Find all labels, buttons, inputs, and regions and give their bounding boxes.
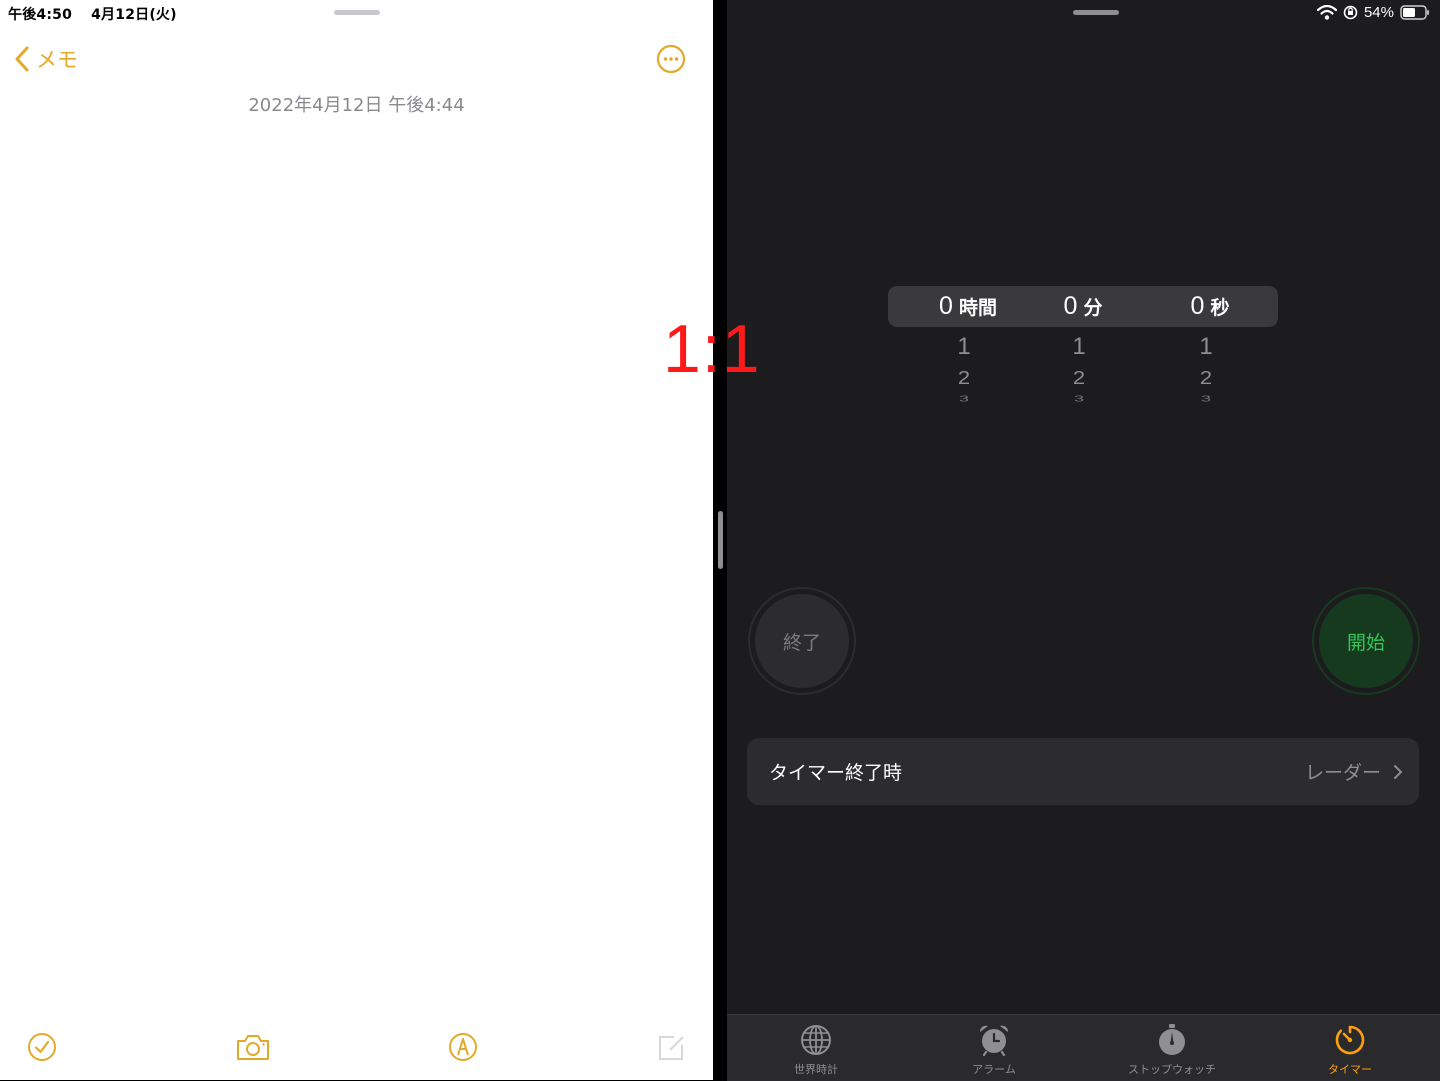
split-view-handle[interactable] [718, 511, 723, 569]
notes-app-pane: 午後4:50 4月12日(火) メモ 2022年4月12日 午後4:44 [0, 0, 713, 1080]
sound-value: レーダー [1304, 762, 1381, 784]
compose-button[interactable] [657, 1032, 687, 1066]
status-time: 午後4:50 [8, 7, 73, 23]
markup-button[interactable] [448, 1032, 478, 1066]
picker-option[interactable]: 2 [1010, 364, 1148, 390]
picker-option[interactable]: 1 [1137, 327, 1275, 362]
back-label: メモ [36, 48, 78, 72]
minutes-value: 0 [1063, 292, 1078, 320]
battery-percent: 54% [1363, 4, 1394, 21]
hours-unit: 時間 [958, 297, 997, 319]
status-date: 4月12日(火) [91, 7, 177, 23]
seconds-unit: 秒 [1210, 297, 1230, 319]
tab-label: 世界時計 [794, 1063, 838, 1076]
tab-label: アラーム [972, 1063, 1016, 1076]
tab-timer[interactable]: タイマー [1261, 1015, 1439, 1081]
timer-icon [1335, 1025, 1365, 1055]
seconds-value: 0 [1190, 292, 1205, 320]
chevron-right-icon [1394, 764, 1402, 779]
tab-label: ストップウォッチ [1128, 1063, 1216, 1076]
hours-value: 0 [939, 292, 953, 320]
markup-icon [449, 1033, 477, 1061]
checklist-icon [28, 1033, 56, 1061]
picker-option[interactable]: 3 [1137, 395, 1275, 403]
alarm-clock-icon [979, 1025, 1009, 1057]
cancel-label: 終了 [755, 594, 849, 688]
seconds-picker[interactable]: 0 秒 1 2 3 [1145, 286, 1275, 406]
note-timestamp: 2022年4月12日 午後4:44 [248, 95, 465, 116]
when-timer-ends-row[interactable]: タイマー終了時 レーダー [747, 738, 1419, 805]
wifi-icon [1316, 5, 1337, 20]
tab-bar: 世界時計 アラーム ストップウォッチ タイマー [727, 1014, 1440, 1081]
minutes-unit: 分 [1083, 297, 1103, 319]
camera-button[interactable] [235, 1032, 271, 1066]
camera-icon [237, 1035, 269, 1060]
start-timer-button[interactable]: 開始 [1312, 587, 1420, 695]
globe-icon [801, 1025, 831, 1055]
picker-option[interactable]: 1 [1010, 327, 1148, 362]
picker-option[interactable]: 2 [1137, 364, 1275, 390]
more-options-button[interactable] [656, 44, 686, 74]
tab-world-clock[interactable]: 世界時計 [727, 1015, 905, 1081]
clock-app-pane: 54% 0 時間 1 2 3 0 分 1 2 3 0 秒 1 2 3 終了 開始… [727, 0, 1440, 1081]
multitask-grabber[interactable] [1073, 10, 1119, 15]
split-view-divider [713, 0, 727, 1080]
minutes-picker[interactable]: 0 分 1 2 3 [1018, 286, 1148, 406]
multitask-grabber[interactable] [334, 10, 380, 15]
tab-label: タイマー [1328, 1063, 1372, 1076]
orientation-lock-icon [1343, 5, 1358, 20]
cancel-timer-button[interactable]: 終了 [748, 587, 856, 695]
compose-icon [659, 1036, 684, 1060]
when-timer-ends-label: タイマー終了時 [769, 762, 903, 784]
ratio-annotation: 1:1 [663, 311, 761, 387]
picker-option[interactable]: 3 [1010, 395, 1148, 403]
back-to-notes-button[interactable]: メモ [14, 44, 78, 74]
tab-alarm[interactable]: アラーム [905, 1015, 1083, 1081]
status-bar-left: 午後4:50 4月12日(火) [8, 4, 191, 24]
tab-stopwatch[interactable]: ストップウォッチ [1083, 1015, 1261, 1081]
chevron-left-icon [15, 46, 29, 72]
stopwatch-icon [1159, 1024, 1185, 1055]
battery-icon [1400, 5, 1429, 20]
ellipsis-circle-icon [656, 44, 686, 74]
status-bar-right: 54% [1311, 4, 1430, 21]
start-label: 開始 [1319, 594, 1413, 688]
checklist-button[interactable] [27, 1032, 57, 1066]
